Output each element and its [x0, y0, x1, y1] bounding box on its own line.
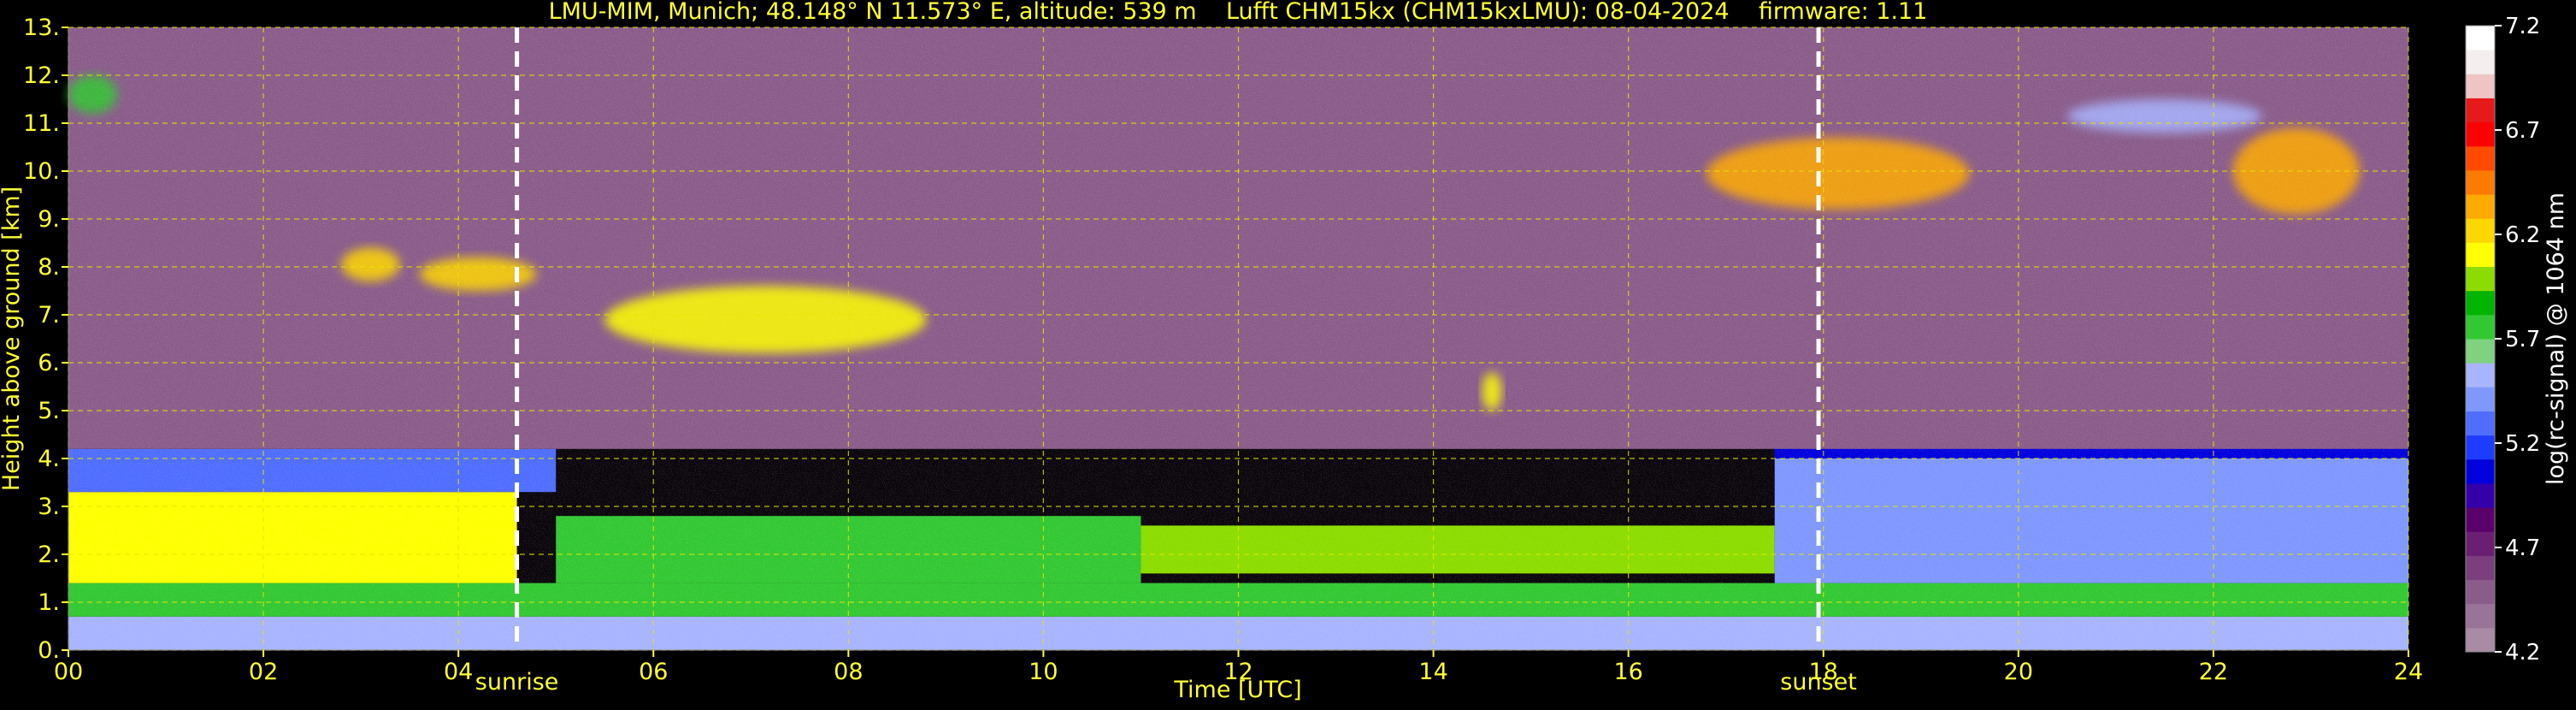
ceilometer-chart: sunrise sunset 00 02 04 06 08 10 12 14 16 18 20 22 24…: [0, 0, 2576, 707]
x-tick-label-14: 14: [1418, 659, 1447, 685]
colorbar-cell-3: [2466, 555, 2495, 581]
plot-area: sunrise sunset: [68, 27, 2409, 695]
y-tick-label-1: 1.: [38, 589, 60, 616]
y-tick-label-6: 6.: [38, 350, 60, 376]
colorbar-cell-2: [2466, 579, 2495, 605]
chart-title: LMU-MIM, Munich; 48.148° N 11.573° E, al…: [549, 0, 1928, 25]
colorbar-cell-5: [2466, 507, 2495, 532]
colorbar-cell-1: [2466, 603, 2495, 629]
y-tick-label-11: 11.: [23, 110, 60, 137]
y-tick-label-8: 8.: [38, 254, 60, 281]
y-tick-label-13: 13.: [23, 15, 60, 41]
x-axis-label: Time [UTC]: [1173, 677, 1301, 703]
x-tick-label-20: 20: [2004, 659, 2033, 685]
x-tick-label-04: 04: [444, 659, 473, 685]
colorbar-cell-20: [2466, 145, 2495, 171]
colorbar-cell-7: [2466, 459, 2495, 484]
colorbar-tick-label-3: 5.7: [2505, 327, 2540, 352]
x-tick-label-18: 18: [1809, 659, 1838, 685]
colorbar-cell-15: [2466, 266, 2495, 292]
x-tick-label-08: 08: [834, 659, 863, 685]
colorbar-cell-6: [2466, 482, 2495, 508]
colorbar-cell-17: [2466, 218, 2495, 243]
colorbar-tick-label-4: 6.2: [2505, 222, 2540, 248]
y-tick-label-9: 9.: [38, 206, 60, 233]
x-tick-label-16: 16: [1613, 659, 1642, 685]
colorbar-cell-24: [2466, 50, 2495, 74]
x-tick-label-02: 02: [249, 659, 278, 685]
colorbar-tick-label-1: 4.7: [2505, 535, 2540, 561]
x-tick-label-22: 22: [2199, 659, 2228, 685]
colorbar-cell-21: [2466, 121, 2495, 147]
y-axis-label: Height above ground [km]: [0, 186, 25, 491]
colorbar-cell-12: [2466, 339, 2495, 364]
colorbar-tick-label-0: 4.2: [2505, 640, 2540, 666]
ceilometer-plot: sunrise sunset 00 02 04 06 08 10 12 14 16 18 20 22 24…: [0, 0, 2576, 707]
colorbar-cell-13: [2466, 314, 2495, 340]
colorbar-cell-8: [2466, 435, 2495, 460]
y-tick-label-7: 7.: [38, 302, 60, 328]
sunrise-label: sunrise: [475, 669, 559, 695]
x-tick-label-24: 24: [2394, 659, 2423, 685]
colorbar-tick-label-6: 7.2: [2505, 14, 2540, 39]
colorbar-tick-label-2: 5.2: [2505, 431, 2540, 457]
colorbar-cell-9: [2466, 411, 2495, 436]
colorbar-cell-16: [2466, 242, 2495, 268]
colorbar-cell-10: [2466, 387, 2495, 411]
y-tick-label-4: 4.: [38, 446, 60, 472]
x-tick-label-06: 06: [639, 659, 668, 685]
colorbar-cells: [2465, 25, 2496, 653]
colorbar-cell-25: [2466, 26, 2495, 50]
colorbar-label: log(rc-signal) @ 1064 nm: [2543, 192, 2569, 485]
y-tick-label-3: 3.: [38, 494, 60, 520]
colorbar-cell-0: [2466, 627, 2495, 653]
colorbar-cell-23: [2466, 74, 2495, 98]
colorbar-tick-label-5: 6.7: [2505, 118, 2540, 144]
y-tick-label-5: 5.: [38, 398, 60, 424]
y-tick-label-10: 10.: [23, 158, 60, 185]
y-tick-label-12: 12.: [23, 62, 60, 89]
colorbar-cell-14: [2466, 290, 2495, 316]
colorbar-cell-11: [2466, 363, 2495, 388]
y-tick-label-0: 0.: [38, 637, 60, 664]
y-tick-label-2: 2.: [38, 541, 60, 568]
x-tick-label-10: 10: [1029, 659, 1058, 685]
colorbar-cell-19: [2466, 169, 2495, 195]
colorbar-cell-4: [2466, 531, 2495, 556]
colorbar-cell-22: [2466, 98, 2495, 123]
colorbar-cell-18: [2466, 194, 2495, 219]
